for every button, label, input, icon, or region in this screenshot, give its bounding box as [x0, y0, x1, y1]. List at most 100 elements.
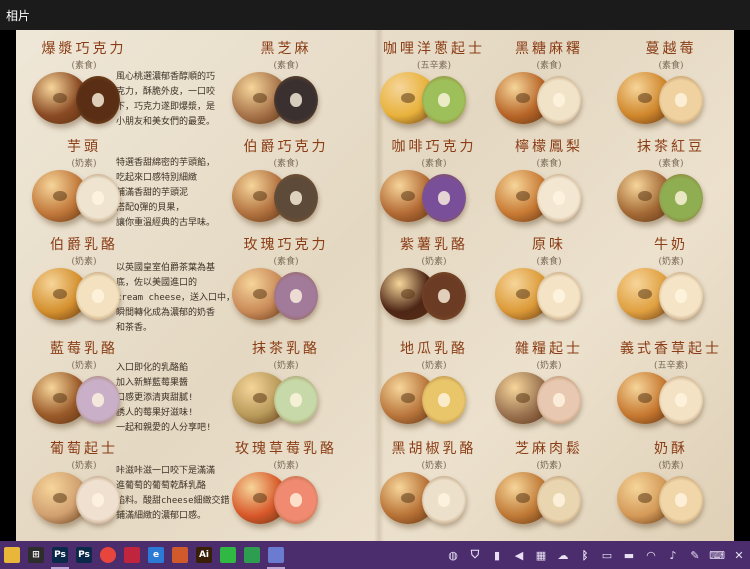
menu-item-diet-tag: (奶素) — [71, 159, 97, 169]
menu-item-diet-tag: (素食) — [273, 257, 299, 267]
menu-item-chocolate-burst: 爆漿巧克力 (素食) — [16, 36, 154, 136]
menu-item-name: 伯爵巧克力 — [243, 139, 329, 155]
menu-item-grape-cheese: 葡萄起士 (奶素) — [16, 436, 154, 536]
bagel-cut-image — [537, 272, 581, 320]
menu-item-diet-tag: (素食) — [71, 61, 97, 71]
menu-item-diet-tag: (奶素) — [71, 461, 97, 471]
bagel-cut-image — [659, 272, 703, 320]
window-titlebar: 相片 — [0, 0, 750, 30]
battery-icon: ▬ — [623, 548, 635, 562]
menu-item-name: 雜糧起士 — [515, 341, 583, 357]
bagel-cut-image — [76, 376, 120, 424]
photos-icon — [268, 547, 284, 563]
menu-item-matcha-red-bean: 抹茶紅豆 (素食) — [601, 134, 734, 234]
illustrator-icon: Ai — [196, 547, 212, 563]
menu-item-name: 義式香草起士 — [620, 341, 722, 357]
tray-speaker[interactable]: ♪ — [662, 541, 684, 569]
cloud-icon: ☁ — [557, 548, 569, 562]
taskbar-app-photoshop[interactable]: Ps — [48, 541, 72, 569]
taskbar-app-photoshop-2[interactable]: Ps — [72, 541, 96, 569]
store-icon: ⊞ — [28, 547, 44, 563]
menu-item-diet-tag: (素食) — [273, 159, 299, 169]
line-icon — [220, 547, 236, 563]
wifi-icon: ◠ — [646, 548, 656, 562]
bagel-cut-image — [659, 174, 703, 222]
taskbar-app-file-explorer[interactable] — [0, 541, 24, 569]
menu-item-italian-herb-cheese: 義式香草起士 (五辛素) — [601, 336, 734, 436]
bagel-cut-image — [76, 76, 120, 124]
bagel-cut-image — [659, 476, 703, 524]
bagel-cut-image — [422, 376, 466, 424]
menu-item-name: 爆漿巧克力 — [41, 41, 127, 57]
menu-item-diet-tag: (五辛素) — [653, 361, 689, 371]
photo-viewer[interactable]: 風心桃選濃郁香醇順的巧 克力，酥脆外皮，一口咬 下，巧克力遂即爆漿，是 小朋友和… — [0, 30, 750, 541]
taskbar-app-chrome[interactable] — [96, 541, 120, 569]
menu-item-name: 芋頭 — [67, 139, 101, 155]
bagel-cut-image — [76, 476, 120, 524]
tray-usb[interactable]: ▮ — [486, 541, 508, 569]
bagel-cut-image — [422, 272, 466, 320]
menu-item-name: 黑糖麻糬 — [515, 41, 583, 57]
menu-item-name: 葡萄起士 — [50, 441, 118, 457]
tray-network[interactable]: ▦ — [530, 541, 552, 569]
menu-item-name: 蔓越莓 — [645, 41, 697, 57]
antivirus-icon — [124, 547, 140, 563]
tray-bluetooth[interactable]: ᛒ — [574, 541, 596, 569]
window-title: 相片 — [6, 8, 31, 23]
bagel-cut-image — [274, 174, 318, 222]
menu-item-diet-tag: (奶素) — [536, 461, 562, 471]
menu-item-original: 原味 (素食) — [479, 232, 619, 332]
tray-keyboard[interactable]: ⌨ — [706, 541, 728, 569]
wechat-icon: ◍ — [448, 548, 458, 562]
menu-item-diet-tag: (奶素) — [273, 461, 299, 471]
tray-shield[interactable]: ⛉ — [464, 541, 486, 569]
taskbar-app-photos[interactable] — [264, 541, 288, 569]
taskbar-app-internet-explorer[interactable]: e — [144, 541, 168, 569]
powerpoint-icon — [172, 547, 188, 563]
menu-item-name: 玫瑰巧克力 — [243, 237, 329, 253]
menu-item-name: 牛奶 — [654, 237, 688, 253]
taskbar-app-contacts[interactable] — [240, 541, 264, 569]
bagel-cut-image — [537, 76, 581, 124]
menu-item-cranberry: 蔓越莓 (素食) — [601, 36, 734, 136]
taskbar-app-illustrator[interactable]: Ai — [192, 541, 216, 569]
tray-cloud[interactable]: ☁ — [552, 541, 574, 569]
menu-item-diet-tag: (素食) — [658, 61, 684, 71]
internet-explorer-icon: e — [148, 547, 164, 563]
menu-item-diet-tag: (奶素) — [536, 361, 562, 371]
tray-pen[interactable]: ✎ — [684, 541, 706, 569]
tray-wechat[interactable]: ◍ — [442, 541, 464, 569]
display-icon: ▭ — [601, 548, 613, 562]
shield-icon: ⛉ — [470, 548, 480, 561]
menu-item-name: 藍莓乳酪 — [50, 341, 118, 357]
bagel-cut-image — [274, 76, 318, 124]
taskbar-app-powerpoint[interactable] — [168, 541, 192, 569]
taskbar: ⊞ Ps Ps e Ai ◍ ⛉ ▮ ◀ ▦ ☁ ᛒ ▭ ▬ ◠ ♪ ✎ ⌨ ✕ — [0, 541, 750, 569]
menu-item-diet-tag: (奶素) — [658, 257, 684, 267]
menu-item-name: 伯爵乳酪 — [50, 237, 118, 253]
file-explorer-icon — [4, 547, 20, 563]
keyboard-icon: ⌨ — [709, 548, 725, 562]
tray-wifi[interactable]: ◠ — [640, 541, 662, 569]
taskbar-app-antivirus[interactable] — [120, 541, 144, 569]
chrome-icon — [100, 547, 116, 563]
volume-icon: ◀ — [514, 548, 524, 562]
taskbar-app-line[interactable] — [216, 541, 240, 569]
tray-volume[interactable]: ◀ — [508, 541, 530, 569]
menu-item-name: 抹茶紅豆 — [637, 139, 705, 155]
menu-item-diet-tag: (奶素) — [71, 361, 97, 371]
network-icon: ▦ — [535, 548, 547, 562]
tray-battery[interactable]: ▬ — [618, 541, 640, 569]
bagel-menu-photo: 風心桃選濃郁香醇順的巧 克力，酥脆外皮，一口咬 下，巧克力遂即爆漿，是 小朋友和… — [16, 30, 734, 541]
menu-item-earl-grey-chocolate: 伯爵巧克力 (素食) — [216, 134, 356, 234]
menu-item-diet-tag: (素食) — [536, 257, 562, 267]
menu-item-diet-tag: (素食) — [536, 61, 562, 71]
taskbar-app-store[interactable]: ⊞ — [24, 541, 48, 569]
menu-item-name: 原味 — [532, 237, 566, 253]
menu-item-taro: 芋頭 (奶素) — [16, 134, 154, 234]
menu-item-name: 芝麻肉鬆 — [515, 441, 583, 457]
speaker-icon: ♪ — [669, 548, 677, 562]
menu-item-diet-tag: (素食) — [536, 159, 562, 169]
tray-display[interactable]: ▭ — [596, 541, 618, 569]
tray-close-notification[interactable]: ✕ — [728, 541, 750, 569]
